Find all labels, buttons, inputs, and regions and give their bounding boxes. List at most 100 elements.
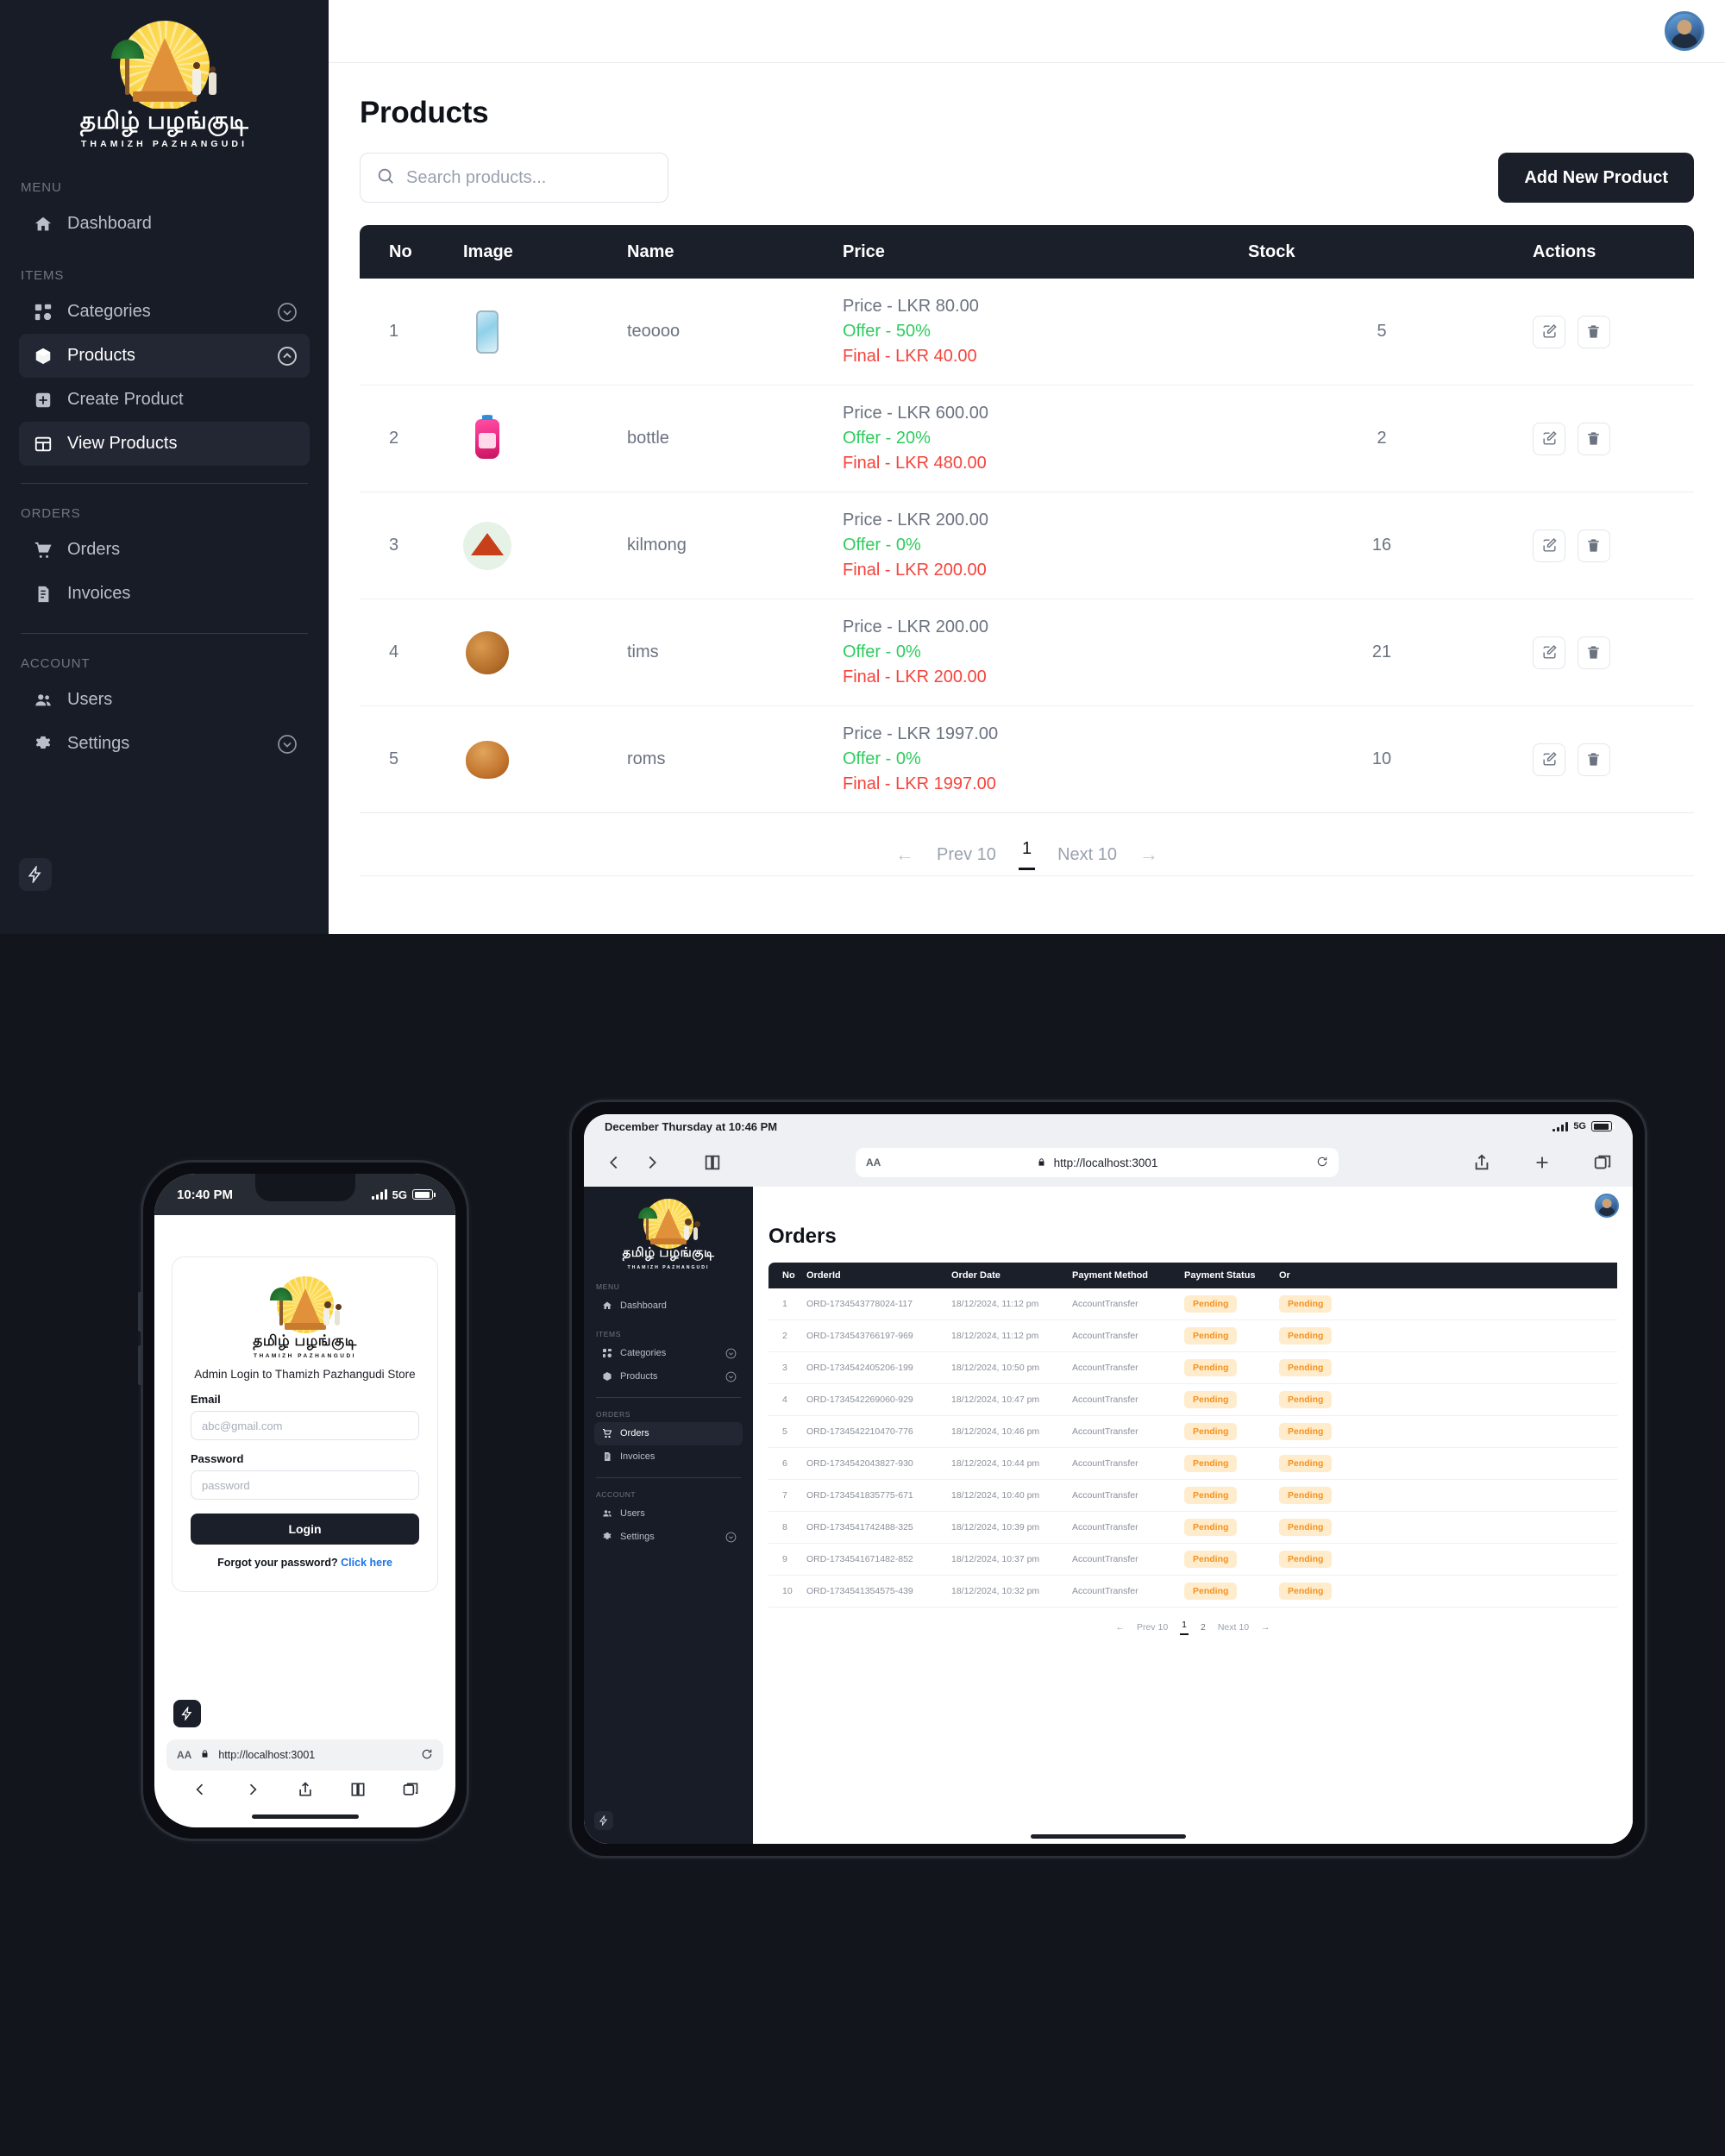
- delete-button[interactable]: [1577, 529, 1610, 562]
- sidebar-item-users[interactable]: Users: [594, 1502, 743, 1526]
- cell-order-date: 18/12/2024, 10:39 pm: [943, 1511, 1063, 1544]
- sidebar-item-orders[interactable]: Orders: [19, 528, 310, 572]
- cell-order-status: Pending: [1270, 1351, 1617, 1384]
- next-arrow-icon[interactable]: →: [1261, 1622, 1270, 1633]
- back-icon[interactable]: [605, 1153, 624, 1172]
- cell-payment-status: Pending: [1176, 1351, 1270, 1384]
- text-size-button[interactable]: AA: [177, 1749, 191, 1761]
- status-badge: Pending: [1279, 1423, 1333, 1440]
- delete-button[interactable]: [1577, 422, 1610, 455]
- sidebar-item-invoices[interactable]: Invoices: [19, 572, 310, 616]
- sidebar-item-orders[interactable]: Orders: [594, 1421, 743, 1445]
- price-offer: Offer - 50%: [843, 322, 931, 341]
- brand-logo[interactable]: தமிழ் பழங்குடி THAMIZH PAZHANGUDI: [594, 1197, 743, 1270]
- lock-icon: [200, 1749, 210, 1761]
- login-button[interactable]: Login: [191, 1514, 419, 1545]
- delete-button[interactable]: [1577, 315, 1610, 348]
- chevron-down-icon[interactable]: [277, 302, 298, 323]
- sidebar-item-settings[interactable]: Settings: [19, 722, 310, 766]
- cell-stock: 10: [1239, 705, 1524, 813]
- tabs-icon[interactable]: [402, 1781, 419, 1802]
- status-badge: Pending: [1279, 1583, 1333, 1600]
- tablet-url-bar[interactable]: AA http://localhost:3001: [856, 1148, 1339, 1177]
- reload-icon[interactable]: [421, 1748, 433, 1763]
- page-number-1[interactable]: 1: [1018, 839, 1036, 870]
- avatar[interactable]: [1665, 11, 1704, 51]
- sidebar-item-users[interactable]: Users: [19, 678, 310, 722]
- cell-no: 10: [768, 1575, 798, 1608]
- sidebar-item-create-product[interactable]: Create Product: [19, 378, 310, 422]
- chevron-down-icon[interactable]: [277, 734, 298, 755]
- cell-orderid: ORD-1734542269060-929: [798, 1383, 943, 1416]
- forward-icon[interactable]: [244, 1781, 261, 1802]
- prev-arrow-icon[interactable]: ←: [1115, 1622, 1125, 1633]
- forward-icon[interactable]: [643, 1153, 662, 1172]
- bookmarks-icon[interactable]: [349, 1781, 367, 1802]
- cell-order-date: 18/12/2024, 10:46 pm: [943, 1415, 1063, 1448]
- lock-icon: [1037, 1156, 1046, 1169]
- share-icon[interactable]: [1472, 1153, 1491, 1172]
- phone-volume-up-button[interactable]: [138, 1292, 141, 1332]
- phone-volume-down-button[interactable]: [138, 1345, 141, 1385]
- cell-image: [455, 492, 618, 599]
- prev-page-button[interactable]: Prev 10: [937, 845, 996, 865]
- chevron-down-icon[interactable]: [725, 1348, 737, 1359]
- reload-icon[interactable]: [1316, 1156, 1328, 1170]
- cell-no: 7: [768, 1479, 798, 1512]
- status-badge: Pending: [1184, 1583, 1238, 1600]
- email-field[interactable]: abc@gmail.com: [191, 1411, 419, 1441]
- edit-button[interactable]: [1533, 529, 1565, 562]
- cell-orderid: ORD-1734543778024-117: [798, 1288, 943, 1320]
- search-input[interactable]: Search products...: [360, 153, 668, 203]
- cell-order-date: 18/12/2024, 10:40 pm: [943, 1479, 1063, 1512]
- edit-button[interactable]: [1533, 422, 1565, 455]
- sidebar: தமிழ் பழங்குடி THAMIZH PAZHANGUDI MENU D…: [0, 0, 329, 934]
- prev-arrow-icon[interactable]: ←: [895, 843, 914, 866]
- next-arrow-icon[interactable]: →: [1139, 843, 1158, 866]
- share-icon[interactable]: [297, 1781, 314, 1802]
- lightning-shortcut-button[interactable]: [594, 1811, 613, 1830]
- sidebar-item-products[interactable]: Products: [19, 334, 310, 378]
- sidebar-item-categories[interactable]: Categories: [594, 1342, 743, 1365]
- sidebar-item-invoices[interactable]: Invoices: [594, 1445, 743, 1469]
- page-number-2[interactable]: 2: [1201, 1622, 1206, 1633]
- prev-page-button[interactable]: Prev 10: [1137, 1622, 1168, 1633]
- tabs-icon[interactable]: [1593, 1153, 1612, 1172]
- password-field[interactable]: password: [191, 1470, 419, 1501]
- chevron-down-icon[interactable]: [725, 1532, 737, 1543]
- sidebar-item-label: View Products: [67, 434, 178, 453]
- delete-button[interactable]: [1577, 636, 1610, 669]
- chevron-up-icon[interactable]: [277, 346, 298, 367]
- sidebar-item-label: Invoices: [67, 584, 131, 603]
- delete-button[interactable]: [1577, 743, 1610, 776]
- sidebar-item-view-products[interactable]: View Products: [19, 422, 310, 466]
- edit-button[interactable]: [1533, 743, 1565, 776]
- sidebar-item-settings[interactable]: Settings: [594, 1526, 743, 1549]
- add-new-product-button[interactable]: Add New Product: [1498, 153, 1694, 203]
- back-icon[interactable]: [191, 1781, 209, 1802]
- divider: [360, 875, 1694, 876]
- sidebar-item-dashboard[interactable]: Dashboard: [19, 202, 310, 246]
- lightning-shortcut-button[interactable]: [173, 1700, 201, 1727]
- cart-icon: [601, 1427, 613, 1439]
- text-size-button[interactable]: AA: [866, 1156, 881, 1169]
- next-page-button[interactable]: Next 10: [1057, 845, 1117, 865]
- avatar[interactable]: [1595, 1194, 1619, 1218]
- bookmarks-icon[interactable]: [703, 1153, 722, 1172]
- status-badge: Pending: [1279, 1327, 1333, 1344]
- sidebar-item-categories[interactable]: Categories: [19, 290, 310, 334]
- edit-button[interactable]: [1533, 636, 1565, 669]
- lightning-shortcut-button[interactable]: [19, 858, 52, 891]
- next-page-button[interactable]: Next 10: [1218, 1622, 1249, 1633]
- chevron-down-icon[interactable]: [725, 1371, 737, 1382]
- page-number-1[interactable]: 1: [1180, 1620, 1189, 1635]
- cell-orderid: ORD-1734543766197-969: [798, 1319, 943, 1352]
- edit-button[interactable]: [1533, 315, 1565, 348]
- sidebar-item-products[interactable]: Products: [594, 1365, 743, 1388]
- new-tab-icon[interactable]: [1533, 1153, 1552, 1172]
- sidebar-item-dashboard[interactable]: Dashboard: [594, 1294, 743, 1318]
- brand-logo[interactable]: தமிழ் பழங்குடி THAMIZH PAZHANGUDI: [19, 0, 310, 158]
- phone-url-bar[interactable]: AA http://localhost:3001: [166, 1739, 443, 1771]
- forgot-password-link[interactable]: Click here: [341, 1557, 392, 1569]
- column-header-image: Image: [455, 225, 618, 279]
